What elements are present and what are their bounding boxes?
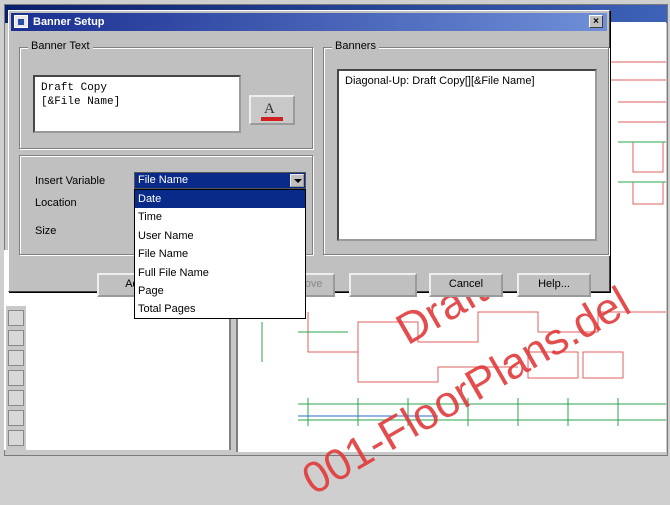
insert-variable-dropdown[interactable]: Date Time User Name File Name Full File …: [134, 189, 306, 319]
banner-text-group-label: Banner Text: [28, 40, 93, 52]
dropdown-option-user-name[interactable]: User Name: [135, 227, 305, 245]
text-tool-icon[interactable]: [8, 330, 24, 346]
insert-variable-select[interactable]: File Name: [134, 172, 306, 189]
dropdown-option-file-name[interactable]: File Name: [135, 245, 305, 263]
cancel-button-label: Cancel: [448, 278, 484, 290]
pencil-tool-icon[interactable]: [8, 370, 24, 386]
banner-setup-dialog: Banner Setup × Banner Text Draft Copy [&…: [8, 10, 610, 319]
stamp-tool-icon[interactable]: [8, 410, 24, 426]
location-label: Location: [35, 197, 77, 209]
close-button[interactable]: ×: [589, 15, 603, 28]
help-button[interactable]: Help...: [517, 273, 591, 297]
note-tool-icon[interactable]: [8, 390, 24, 406]
cancel-button[interactable]: Cancel: [429, 273, 503, 297]
font-button[interactable]: A: [249, 95, 295, 125]
banner-text-input[interactable]: Draft Copy [&File Name]: [33, 75, 241, 133]
dialog-title: Banner Setup: [33, 16, 105, 28]
dropdown-option-time[interactable]: Time: [135, 208, 305, 226]
banner-text-line: [&File Name]: [41, 96, 121, 108]
extra-tool-icon[interactable]: [8, 430, 24, 446]
dialog-title-bar[interactable]: Banner Setup ×: [11, 13, 607, 31]
size-label: Size: [35, 225, 57, 237]
dropdown-option-date[interactable]: Date: [135, 190, 305, 209]
help-button-label: Help...: [538, 278, 570, 290]
insert-variable-value: File Name: [138, 174, 189, 186]
app-icon: [14, 15, 28, 28]
pointer-tool-icon[interactable]: [8, 350, 24, 366]
dropdown-option-total-pages[interactable]: Total Pages: [135, 300, 305, 318]
dropdown-option-page[interactable]: Page: [135, 282, 305, 300]
left-toolbar: [6, 306, 26, 450]
file-list-panel: [44, 300, 226, 450]
banners-list[interactable]: Diagonal-Up: Draft Copy[][&File Name]: [337, 69, 597, 241]
zoom-tool-icon[interactable]: [8, 310, 24, 326]
banner-text-line: Draft Copy: [41, 82, 108, 94]
dropdown-option-full-file-name[interactable]: Full File Name: [135, 264, 305, 282]
chevron-down-icon[interactable]: [290, 174, 304, 187]
insert-variable-label: Insert Variable: [35, 175, 106, 187]
banners-group-label: Banners: [332, 40, 379, 52]
font-color-bar: [261, 117, 283, 121]
banner-list-item[interactable]: Diagonal-Up: Draft Copy[][&File Name]: [345, 75, 589, 87]
font-icon: A: [264, 101, 275, 117]
edit-button[interactable]: [349, 273, 417, 297]
